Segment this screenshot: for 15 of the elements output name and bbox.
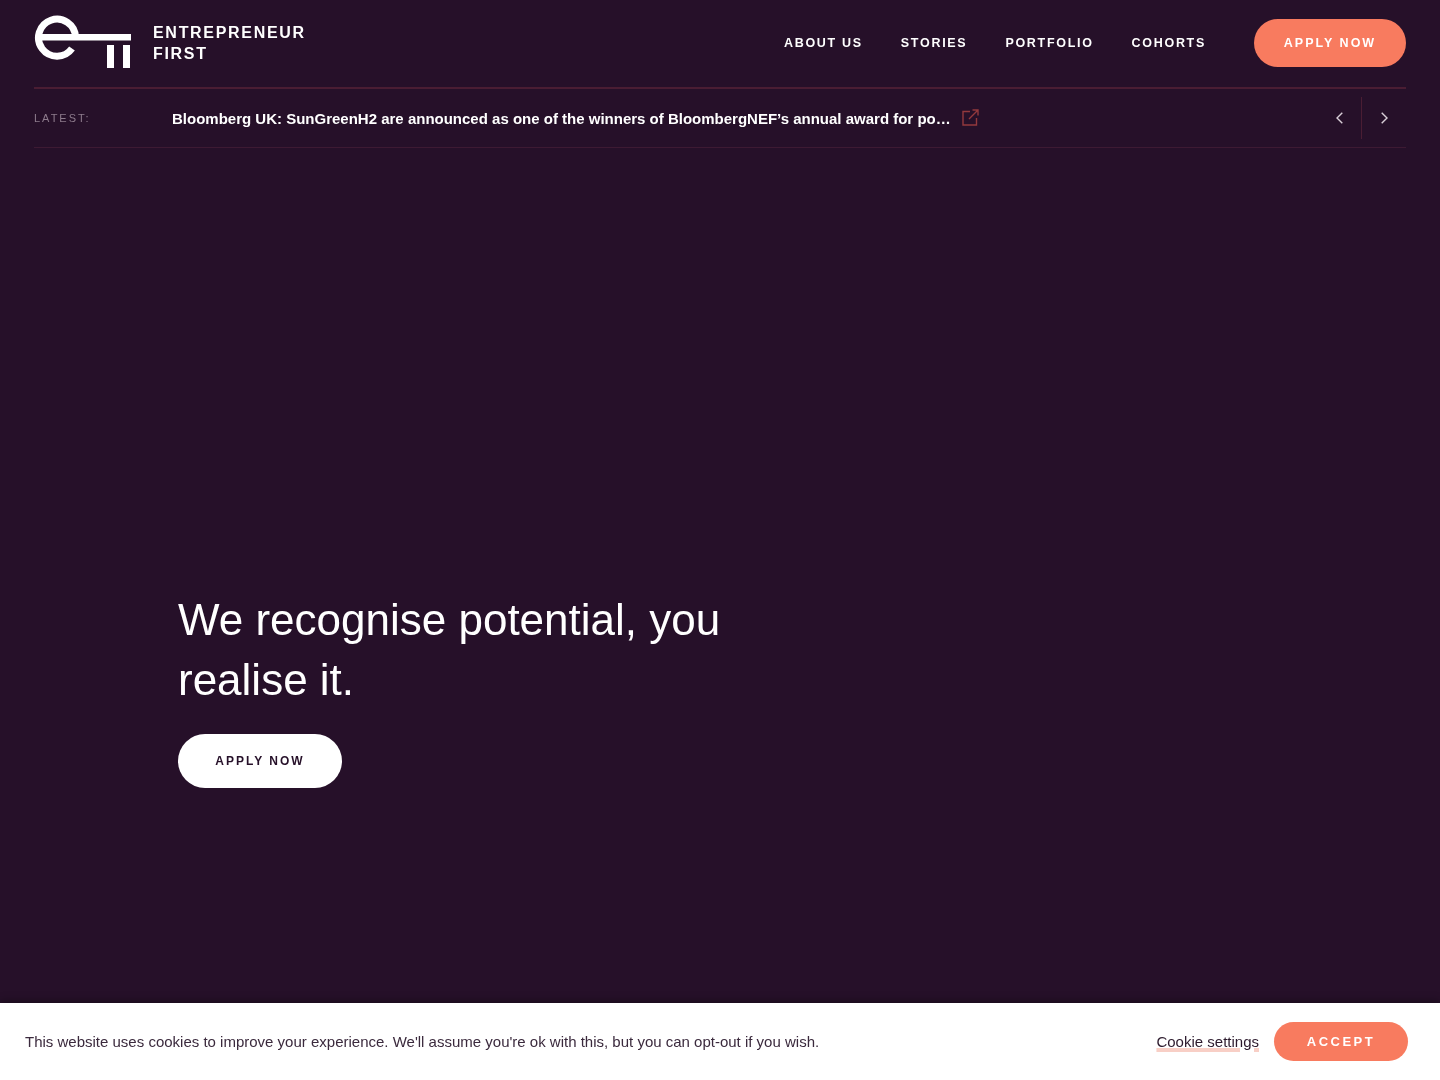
logo-icon[interactable]: [34, 15, 131, 70]
cookie-message: This website uses cookies to improve your experience. We'll assume you're ok with this, but you can opt-out if you wish.: [25, 1033, 820, 1050]
logo-wordmark[interactable]: ENTREPRENEUR FIRST: [153, 21, 306, 64]
chevron-left-icon: [1335, 112, 1343, 124]
nav-link[interactable]: ABOUT US: [783, 36, 863, 50]
nav-link[interactable]: PORTFOLIO: [1005, 36, 1094, 50]
hero-heading: We recognise potential, you realise it.: [178, 594, 722, 706]
ticker-label: LATEST:: [34, 112, 92, 124]
nav-link[interactable]: COHORTS: [1131, 36, 1206, 50]
news-headline-link[interactable]: Bloomberg UK: SunGreenH2 are announced as one of the winners of BloombergNEF’s annual award for po…: [172, 109, 951, 127]
chevron-right-icon: [1380, 112, 1388, 124]
external-link-icon[interactable]: [961, 108, 979, 126]
apply-now-button[interactable]: APPLY NOW: [178, 734, 342, 788]
nav-link[interactable]: STORIES: [900, 36, 968, 50]
cookie-settings-link[interactable]: Cookie settings: [1156, 1033, 1259, 1050]
